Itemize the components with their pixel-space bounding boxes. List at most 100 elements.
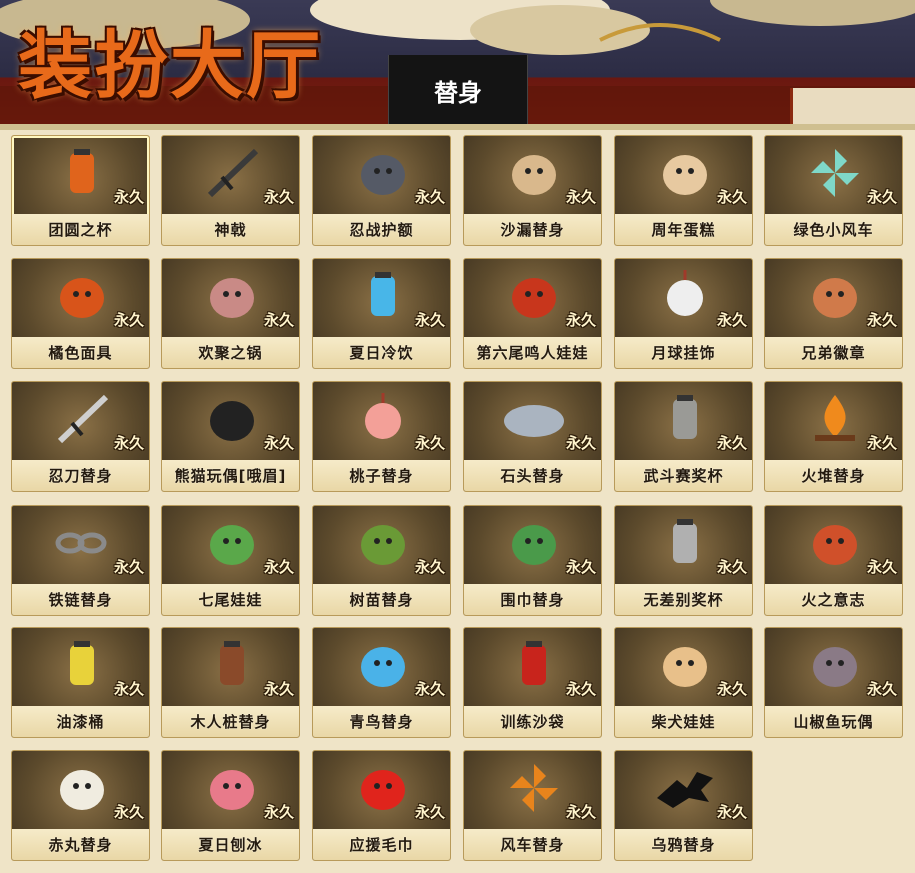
permanent-badge: 永久 xyxy=(414,188,445,206)
permanent-badge: 永久 xyxy=(414,434,445,452)
item-card[interactable]: 永久熊猫玩偶[哦眉] xyxy=(161,381,300,492)
permanent-badge: 永久 xyxy=(565,188,596,206)
pot-icon xyxy=(200,265,264,327)
item-card[interactable]: 永久石头替身 xyxy=(463,381,602,492)
forehead-protector-icon xyxy=(351,142,415,204)
item-name-label: 熊猫玩偶[哦眉] xyxy=(162,460,299,491)
cake-icon xyxy=(653,142,717,204)
panda-doll-icon xyxy=(200,388,264,450)
campfire-icon xyxy=(803,388,867,450)
item-card[interactable]: 永久 周年蛋糕 xyxy=(614,135,753,246)
permanent-badge: 永久 xyxy=(866,558,897,576)
item-name-label: 石头替身 xyxy=(464,460,601,491)
item-card[interactable]: 永久 火之意志 xyxy=(764,505,903,616)
chain-icon xyxy=(50,512,114,574)
item-card[interactable]: 永久 团圆之杯 xyxy=(11,135,150,246)
item-name-label: 夏日冷饮 xyxy=(313,337,450,368)
item-card[interactable]: 永久 兄弟徽章 xyxy=(764,258,903,369)
permanent-badge: 永久 xyxy=(113,558,144,576)
item-card[interactable]: 永久 神戟 xyxy=(161,135,300,246)
permanent-badge: 永久 xyxy=(263,803,294,821)
header-banner: 装扮大厅 替身 xyxy=(0,0,915,128)
item-name-label: 山椒鱼玩偶 xyxy=(765,706,902,737)
item-card[interactable]: 永久 赤丸替身 xyxy=(11,750,150,861)
ninja-sword-icon xyxy=(50,388,114,450)
cold-drink-icon xyxy=(351,265,415,327)
item-card[interactable]: 永久 七尾娃娃 xyxy=(161,505,300,616)
shaved-ice-icon xyxy=(200,757,264,819)
item-card[interactable]: 永久 火堆替身 xyxy=(764,381,903,492)
fire-will-icon xyxy=(803,512,867,574)
item-name-label: 沙漏替身 xyxy=(464,214,601,245)
item-name-label: 橘色面具 xyxy=(12,337,149,368)
salamander-doll-icon xyxy=(803,634,867,696)
item-name-label: 柴犬娃娃 xyxy=(615,706,752,737)
item-name-label: 绿色小风车 xyxy=(765,214,902,245)
stone-icon xyxy=(502,388,566,450)
halberd-icon xyxy=(200,142,264,204)
white-dog-icon xyxy=(50,757,114,819)
item-card[interactable]: 永久 忍刀替身 xyxy=(11,381,150,492)
fox-doll-icon xyxy=(502,265,566,327)
item-card[interactable]: 永久 山椒鱼玩偶 xyxy=(764,627,903,738)
item-card[interactable]: 永久 应援毛巾 xyxy=(312,750,451,861)
silver-trophy-icon xyxy=(653,512,717,574)
orange-mask-icon xyxy=(50,265,114,327)
permanent-badge: 永久 xyxy=(866,311,897,329)
permanent-badge: 永久 xyxy=(113,803,144,821)
scarf-icon xyxy=(502,512,566,574)
item-card[interactable]: 永久橘色面具 xyxy=(11,258,150,369)
item-card[interactable]: 永久 风车替身 xyxy=(463,750,602,861)
permanent-badge: 永久 xyxy=(113,680,144,698)
item-name-label: 树苗替身 xyxy=(313,584,450,615)
item-name-label: 七尾娃娃 xyxy=(162,584,299,615)
item-card[interactable]: 永久 欢聚之锅 xyxy=(161,258,300,369)
punching-bag-icon xyxy=(502,634,566,696)
item-name-label: 木人桩替身 xyxy=(162,706,299,737)
cheer-towel-icon xyxy=(351,757,415,819)
item-card[interactable]: 永久 第六尾鸣人娃娃 xyxy=(463,258,602,369)
item-card[interactable]: 永久 铁链替身 xyxy=(11,505,150,616)
item-card[interactable]: 永久树苗替身 xyxy=(312,505,451,616)
windmill-icon xyxy=(502,757,566,819)
page-title-logo: 装扮大厅 xyxy=(18,23,322,109)
permanent-badge: 永久 xyxy=(866,188,897,206)
item-card[interactable]: 永久夏日刨冰 xyxy=(161,750,300,861)
blue-bird-icon xyxy=(351,634,415,696)
item-name-label: 风车替身 xyxy=(464,829,601,860)
permanent-badge: 永久 xyxy=(716,558,747,576)
item-card[interactable]: 永久 武斗赛奖杯 xyxy=(614,381,753,492)
item-name-label: 神戟 xyxy=(162,214,299,245)
item-card[interactable]: 永久 无差别奖杯 xyxy=(614,505,753,616)
tab-substitute[interactable]: 替身 xyxy=(388,55,528,125)
item-card[interactable]: 永久 乌鸦替身 xyxy=(614,750,753,861)
item-card[interactable]: 永久绿色小风车 xyxy=(764,135,903,246)
item-card[interactable]: 永久 月球挂饰 xyxy=(614,258,753,369)
item-name-label: 夏日刨冰 xyxy=(162,829,299,860)
item-name-label: 欢聚之锅 xyxy=(162,337,299,368)
item-card[interactable]: 永久 训练沙袋 xyxy=(463,627,602,738)
permanent-badge: 永久 xyxy=(263,434,294,452)
item-card[interactable]: 永久沙漏替身 xyxy=(463,135,602,246)
item-card[interactable]: 永久 油漆桶 xyxy=(11,627,150,738)
item-card[interactable]: 永久夏日冷饮 xyxy=(312,258,451,369)
permanent-badge: 永久 xyxy=(565,680,596,698)
permanent-badge: 永久 xyxy=(113,434,144,452)
green-larva-icon xyxy=(200,512,264,574)
item-name-label: 第六尾鸣人娃娃 xyxy=(464,337,601,368)
permanent-badge: 永久 xyxy=(113,311,144,329)
item-card[interactable]: 永久 柴犬娃娃 xyxy=(614,627,753,738)
item-grid: 永久 团圆之杯 永久 神戟 永久 忍战护额 永久 沙漏替身 永久 周年蛋糕 永久 绿色小风车 永久 橘色面… xyxy=(0,130,915,873)
item-card[interactable]: 永久 忍战护额 xyxy=(312,135,451,246)
permanent-badge: 永久 xyxy=(716,188,747,206)
item-card[interactable]: 永久 围巾替身 xyxy=(463,505,602,616)
item-name-label: 火堆替身 xyxy=(765,460,902,491)
item-name-label: 围巾替身 xyxy=(464,584,601,615)
item-card[interactable]: 永久 青鸟替身 xyxy=(312,627,451,738)
permanent-badge: 永久 xyxy=(414,558,445,576)
permanent-badge: 永久 xyxy=(565,434,596,452)
item-card[interactable]: 永久 木人桩替身 xyxy=(161,627,300,738)
permanent-badge: 永久 xyxy=(414,311,445,329)
item-name-label: 武斗赛奖杯 xyxy=(615,460,752,491)
item-card[interactable]: 永久 桃子替身 xyxy=(312,381,451,492)
